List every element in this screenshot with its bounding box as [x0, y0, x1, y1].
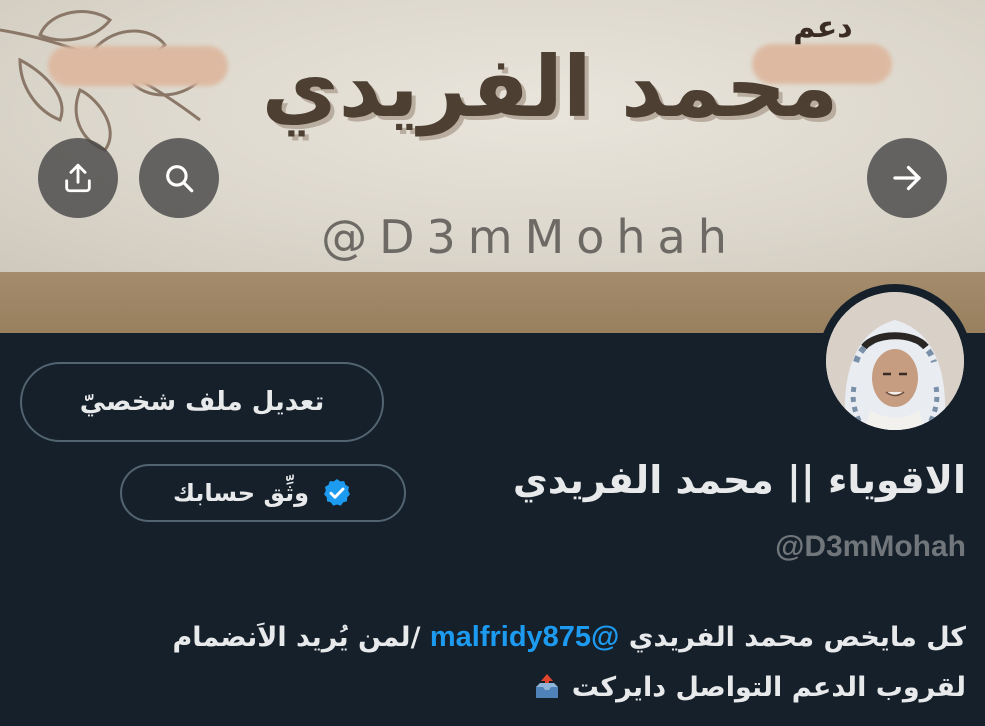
share-button[interactable]: [38, 138, 118, 218]
banner-handle-text: @D3mMohah: [321, 210, 739, 264]
share-upload-icon: [65, 163, 91, 193]
search-icon: [166, 165, 194, 193]
arrow-right-icon: [893, 165, 921, 191]
bio-mention-link[interactable]: @malfridy875: [430, 621, 619, 653]
profile-handle: @D3mMohah: [775, 530, 966, 563]
inbox-tray-icon: [536, 674, 559, 698]
search-button[interactable]: [139, 138, 219, 218]
display-name: الاقوياء || محمد الفريدي: [512, 458, 966, 502]
bio-line-1: كل مايخص محمد الفريدي @malfridy875 /لمن …: [40, 612, 966, 663]
bio-line-2: لقروب الدعم التواصل دايركت: [40, 663, 966, 713]
profile-bio: كل مايخص محمد الفريدي @malfridy875 /لمن …: [40, 612, 966, 713]
edit-profile-button[interactable]: تعديل ملف شخصيّ: [20, 362, 384, 442]
avatar-photo: [826, 292, 964, 430]
bio-text-end: /لمن يُريد الاَنضمام: [172, 622, 421, 653]
verify-account-button[interactable]: وثِّق حسابك: [120, 464, 406, 522]
verified-badge-icon: [324, 479, 350, 506]
verify-account-label: وثِّق حسابك: [173, 479, 310, 507]
banner-name-text: محمد الفريدي: [261, 38, 839, 136]
avatar[interactable]: [826, 292, 964, 430]
forward-button[interactable]: [867, 138, 947, 218]
bio-text-line2: لقروب الدعم التواصل دايركت: [571, 672, 966, 703]
bio-text-start: كل مايخص محمد الفريدي: [628, 622, 966, 653]
